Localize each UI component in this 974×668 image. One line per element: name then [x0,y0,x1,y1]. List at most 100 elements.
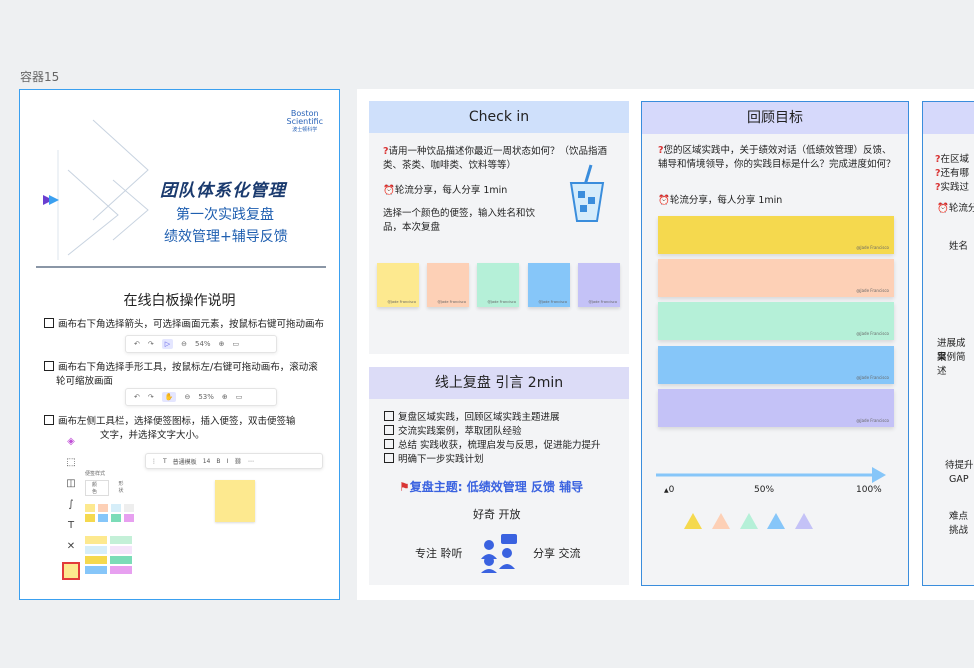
row-label-difficulty: 难点 [949,511,969,522]
drag-handle-icon: ⋮ [151,457,157,465]
progress-arrow [656,467,886,483]
scale-start: ▲0 [664,485,675,495]
practice-rule: ⏰轮流分 [937,203,974,214]
checkbox-icon [44,318,54,328]
cover-subtitle-1: 第一次实践复盘 [176,207,274,223]
zoom-toolbar-1: ↶ ↷ ▷ ⊖ 54% ⊕ ▭ [125,335,277,353]
keywords-right: 分享 交流 [533,547,581,560]
row-label-case: 案例简述 [937,352,966,377]
chevron-graphic [43,119,149,260]
practice-question-3: ?实践过 [935,182,970,193]
goals-panel[interactable]: 回顾目标 ?您的区域实践中，关于绩效对话（低绩效管理）反馈、辅导和情境领导，你的… [641,101,909,586]
divider [36,266,326,268]
sticky-note[interactable]: @Jade Francisco [528,263,570,307]
practice-question-1: ?在区域 [935,154,970,165]
sticky-note[interactable]: @Jade Francisco [578,263,620,307]
keywords-top: 好奇 开放 [473,508,521,521]
goals-title: 回顾目标 [642,102,908,134]
discussion-people-icon [481,534,517,573]
instruction-2: 画布右下角选择手形工具，按鼠标左/右键可拖动画布，滚动滚 轮可缩放画面 [44,361,318,389]
undo-icon: ↶ [134,393,140,401]
zoom-toolbar-2: ↶ ↷ ✋ ⊖ 53% ⊕ ▭ [125,388,277,406]
checklist-item: 明确下一步实践计划 [384,453,601,467]
italic-icon: I [226,457,229,465]
review-title: 线上复盘 引言 2min [369,367,629,399]
checkin-title: Check in [369,101,629,133]
alarm-clock-icon: ⏰ [937,203,949,214]
sticky-note[interactable]: @Jade Francisco [658,389,894,427]
bold-icon: B [216,457,221,465]
zoom-level: 53% [198,393,214,401]
checklist-item: 复盘区域实践，回顾区域实践主题进展 [384,411,601,425]
row-label-gap: GAP [949,474,969,485]
zoom-out-icon: ⊖ [181,340,188,348]
alarm-clock-icon: ⏰ [658,195,670,206]
sticky-note[interactable]: @Jade Francisco [658,346,894,384]
checkin-panel[interactable]: Check in ?请用一种饮品描述你最近一周状态如何？（饮品指酒类、茶类、咖啡… [369,101,629,354]
goals-question: ?您的区域实践中，关于绩效对话（低绩效管理）反馈、辅导和情境领导，你的实践目标是… [658,145,896,170]
zoom-out-icon: ⊖ [184,393,191,401]
checkbox-icon [44,415,54,425]
redo-icon: ↷ [147,340,154,348]
review-theme: ⚑复盘主题: 低绩效管理 反馈 辅导 [399,480,584,494]
progress-triangle[interactable] [740,513,758,529]
checkbox-icon [44,361,54,371]
connector-icon: ✕ [66,541,76,552]
zoom-in-icon: ⊕ [218,340,225,348]
sticky-note[interactable]: @Jade Francisco [658,216,894,254]
zoom-in-icon: ⊕ [221,393,228,401]
practice-panel[interactable]: ?在区域 ?还有哪 ?实践过 ⏰轮流分 姓名 进展成果 案例简述 待提升 GAP… [922,101,974,586]
goals-rule: ⏰轮流分享，每人分享 1min [658,195,783,206]
sample-sticky-note[interactable] [215,480,255,522]
undo-icon: ↶ [134,340,140,348]
sticky-note[interactable]: @Jade Francisco [427,263,469,307]
sticky-note[interactable]: @Jade Francisco [658,259,894,297]
keywords-left: 专注 聆听 [415,547,463,560]
practice-question-2: ?还有哪 [935,168,970,179]
sticky-note[interactable]: @Jade Francisco [658,302,894,340]
sticky-note-icon [62,562,80,580]
note-format-toolbar: ⋮ T 普通模板 14 B I ⛓ ⋯ [145,453,323,469]
sticky-note[interactable]: @Jade Francisco [377,263,419,307]
container-label: 容器15 [20,70,60,84]
text-icon: T [67,520,75,531]
more-icon: ⋯ [247,457,254,465]
side-toolbar: ◈ ⬚ ◫ ∫ T ✕ [60,430,82,598]
progress-triangle[interactable] [684,513,702,529]
link-icon: ⛓ [234,457,242,465]
row-label-improve: 待提升 [945,460,974,471]
checklist-item: 总结 实践收获，梳理启发与反思，促进能力提升 [384,439,601,453]
scale-mid: 50% [754,485,775,495]
map-icon: ▭ [235,393,243,401]
checkin-rule: ⏰轮流分享，每人分享 1min [383,185,508,196]
instruction-frame[interactable]: Boston Scientific 波士顿科学 团队体系化管理 第一次实践复盘 … [19,89,340,600]
flag-icon: ⚑ [399,480,410,494]
map-icon: ▭ [232,340,240,348]
checkin-instruction: 选择一个颜色的便签，输入姓名和饮品，本次复盘 [383,208,536,233]
progress-triangle[interactable] [767,513,785,529]
sticky-note[interactable]: @Jade Francisco [477,263,519,307]
sticky-palette: 便签样式 颜色 形状 [82,466,134,590]
section-title: 在线白板操作说明 [123,293,236,309]
redo-icon: ↷ [147,393,154,401]
frame-icon: ⬚ [66,457,76,468]
brand-logo: Boston Scientific 波士顿科学 [286,109,324,134]
palette-icon: ◈ [67,436,75,447]
instruction-1: 画布右下角选择箭头，可选择画面元素，按鼠标右键可拖动画布 [44,318,324,332]
cover-subtitle-2: 绩效管理+辅导反馈 [164,229,288,245]
row-label-name: 姓名 [949,241,969,252]
practice-title [923,102,974,134]
pen-icon: ∫ [68,499,74,510]
text-icon: T [163,457,167,465]
checklist-item: 交流实践案例，萃取团队经验 [384,425,601,439]
progress-triangle[interactable] [712,513,730,529]
alarm-clock-icon: ⏰ [383,185,395,196]
zoom-level: 54% [195,340,211,348]
row-label-challenge: 挑战 [949,525,969,536]
hand-tool-icon: ✋ [161,392,177,402]
review-panel[interactable]: 线上复盘 引言 2min 复盘区域实践，回顾区域实践主题进展 交流实践案例，萃取… [369,367,629,585]
cover-title: 团队体系化管理 [160,181,286,201]
arrow-tool-icon: ▷ [161,339,174,349]
progress-triangle[interactable] [795,513,813,529]
review-checklist: 复盘区域实践，回顾区域实践主题进展 交流实践案例，萃取团队经验 总结 实践收获，… [384,411,601,467]
